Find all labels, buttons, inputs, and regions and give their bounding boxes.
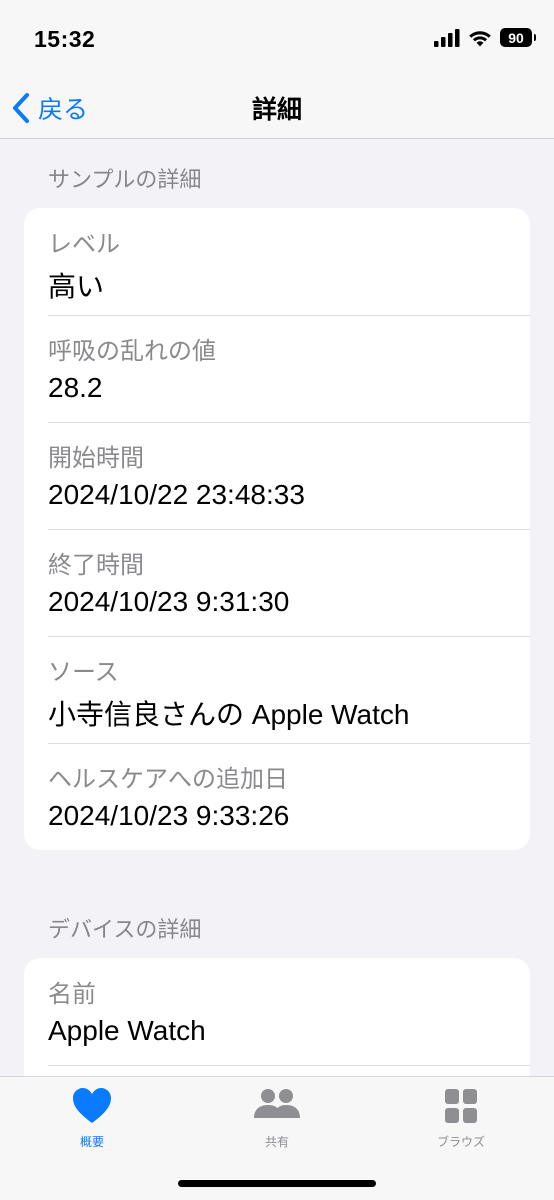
- row-value: 高い: [48, 271, 105, 302]
- row-label: 名前: [48, 980, 96, 1008]
- people-icon: [254, 1089, 300, 1118]
- status-time: 15:32: [34, 26, 96, 52]
- wifi-icon: [469, 30, 491, 46]
- tab-label: 概要: [79, 1135, 104, 1149]
- detail-row-level: レベル 高い: [24, 208, 530, 315]
- row-label: 終了時間: [48, 551, 144, 579]
- row-label: 開始時間: [48, 444, 144, 472]
- screen: 15:32 90 戻る 詳細 サンプルの詳細 レベル 高い 呼吸の乱れの値 28…: [0, 0, 554, 1200]
- tab-label: ブラウズ: [436, 1135, 485, 1149]
- device-section-header: デバイスの詳細: [48, 918, 202, 943]
- status-icons: 90: [434, 28, 536, 47]
- detail-row-breathing-disturbance: 呼吸の乱れの値 28.2: [24, 315, 530, 422]
- row-label: 呼吸の乱れの値: [48, 337, 216, 365]
- tab-browse[interactable]: ブラウズ: [401, 1087, 521, 1150]
- row-value: Apple Watch: [48, 1015, 206, 1046]
- battery-level: 90: [508, 29, 524, 46]
- sample-details-card: レベル 高い 呼吸の乱れの値 28.2 開始時間 2024/10/22 23:4…: [24, 208, 530, 850]
- tab-label: 共有: [264, 1135, 289, 1149]
- grid-icon: [445, 1089, 477, 1123]
- row-value: 2024/10/22 23:48:33: [48, 479, 305, 510]
- sample-section-header: サンプルの詳細: [48, 168, 202, 193]
- row-label: ヘルスケアへの追加日: [48, 765, 288, 793]
- detail-row-date-added: ヘルスケアへの追加日 2024/10/23 9:33:26: [24, 743, 530, 850]
- detail-row-name: 名前 Apple Watch: [24, 958, 530, 1065]
- row-value: 2024/10/23 9:31:30: [48, 586, 290, 617]
- detail-row-end-time: 終了時間 2024/10/23 9:31:30: [24, 529, 530, 636]
- tab-summary[interactable]: 概要: [32, 1087, 152, 1150]
- detail-row-start-time: 開始時間 2024/10/22 23:48:33: [24, 422, 530, 529]
- status-bar: 15:32 90: [0, 0, 554, 80]
- page-title: 詳細: [251, 95, 302, 124]
- heart-icon: [73, 1088, 111, 1123]
- detail-row-source: ソース 小寺信良さんの Apple Watch: [24, 636, 530, 743]
- navigation-bar: 戻る 詳細: [0, 80, 554, 139]
- battery-icon: 90: [500, 28, 536, 47]
- row-value: 28.2: [48, 372, 103, 403]
- tab-sharing[interactable]: 共有: [217, 1087, 337, 1150]
- home-indicator[interactable]: [178, 1180, 376, 1187]
- row-label: レベル: [48, 230, 120, 258]
- row-label: ソース: [48, 658, 119, 686]
- row-value: 小寺信良さんの Apple Watch: [48, 699, 410, 730]
- row-value: 2024/10/23 9:33:26: [48, 800, 290, 831]
- cellular-signal-icon: [434, 28, 460, 47]
